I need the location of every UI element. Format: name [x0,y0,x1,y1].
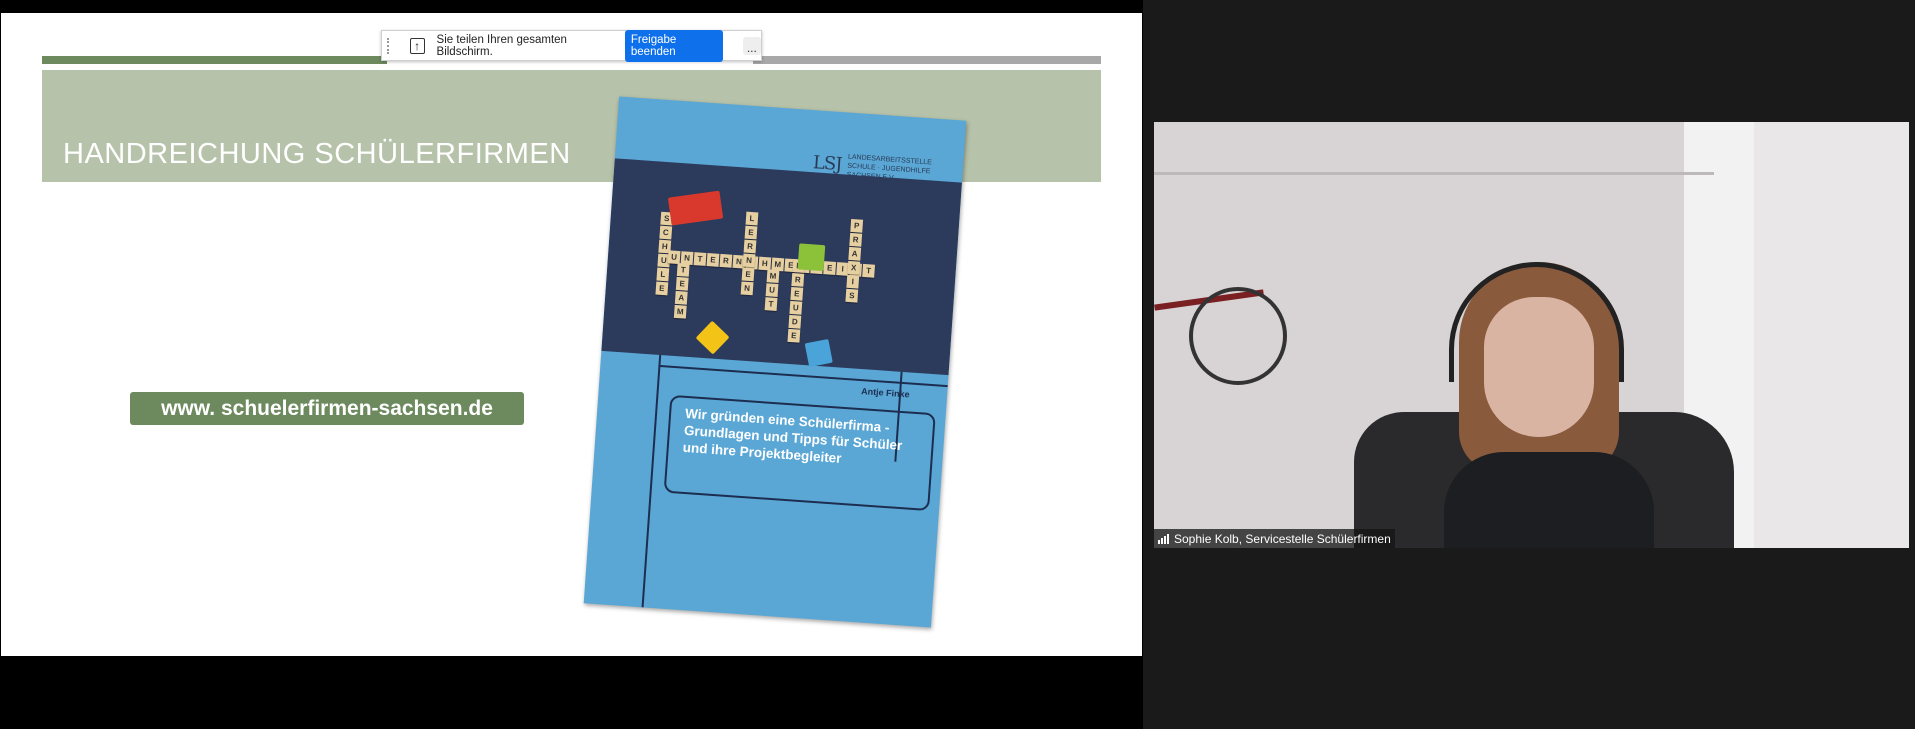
lego-brick-blue [804,338,833,368]
slide-url-banner: www. schuelerfirmen-sachsen.de [130,392,524,425]
connection-signal-icon [1158,533,1169,544]
book-cover-photo: SCHULEUNTERNEHMERGEISTLERNENTEAMMUTFREUD… [601,158,962,376]
letter-tile: E [655,281,669,296]
book-author: Antje Finke [860,386,910,400]
more-options-button[interactable]: ... [742,36,762,55]
letter-tile: I [846,274,860,289]
letter-tile: E [823,261,837,275]
letter-tile: L [656,267,670,282]
letter-tile: E [675,276,689,291]
letter-tile: T [764,297,778,311]
presentation-slide: HANDREICHUNG SCHÜLERFIRMEN www. schueler… [1,13,1142,656]
letter-tile: N [740,281,754,296]
screen-share-toolbar: ↑ Sie teilen Ihren gesamten Bildschirm. … [381,29,762,62]
letter-tile: U [765,283,779,298]
letter-tile: U [667,250,681,265]
participant-name-tag: Sophie Kolb, Servicestelle Schülerfirmen [1154,529,1395,548]
participant-video-tile[interactable] [1154,122,1909,548]
lego-brick-green [797,243,826,272]
letter-tile: H [758,256,772,271]
letter-tile: A [848,246,862,261]
participant-body [1444,452,1654,548]
letter-tile: N [742,253,756,268]
bicycle-wheel [1189,287,1287,385]
letter-tile: U [789,300,803,315]
participant-name: Sophie Kolb, Servicestelle Schülerfirmen [1174,531,1391,546]
book-cover-image: LSJ Landesarbeitsstelle Schule · Jugendh… [583,96,967,628]
letter-tile: L [745,211,759,226]
letter-tile: A [674,290,688,305]
letter-tile: M [766,269,780,284]
letter-tile: E [790,286,804,301]
letter-tile: R [743,239,757,254]
stop-sharing-button[interactable]: Freigabe beenden [624,29,723,62]
letter-tile: E [706,253,720,267]
letter-tile: C [659,225,673,240]
letter-tile: E [744,225,758,240]
letter-tile: R [791,272,805,287]
slide-accent-bar-gray [753,56,1101,64]
letter-tile: M [673,304,687,319]
letter-tile: E [741,267,755,282]
book-cover-line [641,354,662,608]
letter-tile: T [862,263,876,278]
letter-tile: D [788,314,802,329]
slide-title: HANDREICHUNG SCHÜLERFIRMEN [63,138,571,170]
lego-brick-red [667,190,724,226]
letter-tile: S [845,288,859,303]
ceiling-molding [1154,172,1714,175]
drag-handle-icon[interactable] [387,37,393,54]
letter-tile: R [719,253,733,268]
share-screen-icon: ↑ [409,37,425,54]
letter-tile: T [693,252,707,266]
letter-tile: T [676,262,690,277]
slide-accent-bar-green [42,56,387,64]
wall-background [1754,122,1909,548]
share-status-text: Sie teilen Ihren gesamten Bildschirm. [436,33,567,58]
lego-brick-yellow [695,320,730,355]
letter-tile: E [787,328,801,343]
shared-screen-area: HANDREICHUNG SCHÜLERFIRMEN www. schueler… [0,0,1143,729]
headset-icon [1449,262,1624,382]
letter-tile: P [850,218,864,233]
letter-tile: X [847,260,861,275]
letter-tile: R [849,232,863,247]
